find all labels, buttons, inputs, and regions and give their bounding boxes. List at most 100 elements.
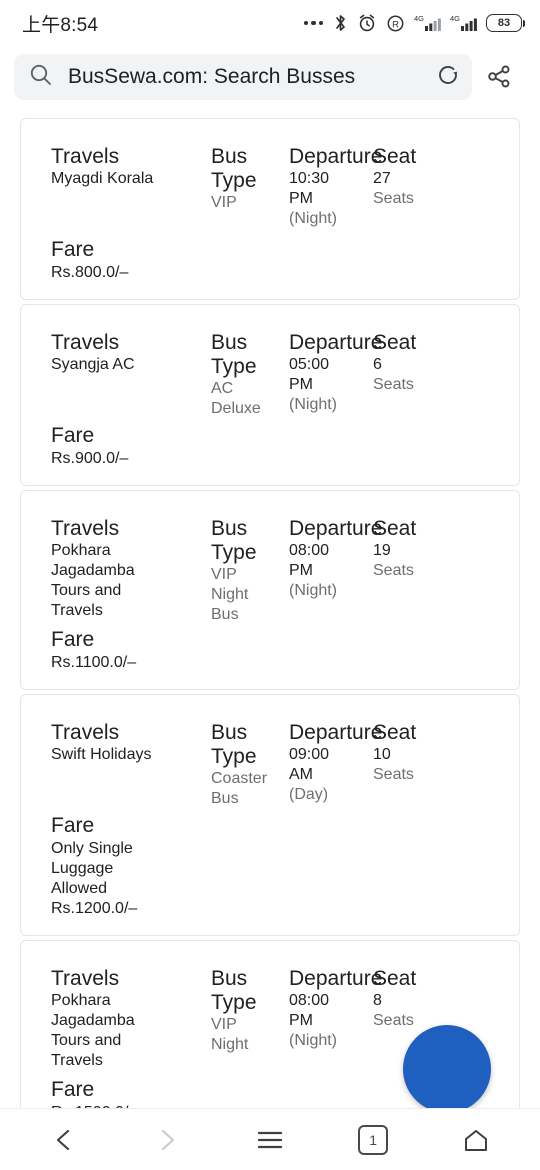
column-header-fare: Fare — [51, 628, 95, 651]
table-row[interactable]: Travels Swift Holidays Bus Type Coaster … — [20, 694, 520, 936]
more-dots-icon — [303, 20, 323, 26]
fare-value: Rs.900.0/– — [51, 450, 129, 467]
column-header-travels: Travels — [51, 331, 120, 354]
bus-type-value: AC Deluxe — [211, 380, 261, 417]
fare-cell: Fare Only Single Luggage Allowed Rs.1200… — [21, 813, 519, 919]
column-header-fare: Fare — [51, 238, 95, 261]
fare-value: Rs.1100.0/– — [51, 654, 137, 671]
fare-cell: Fare Rs.900.0/– — [21, 423, 519, 469]
back-button[interactable] — [34, 1112, 94, 1168]
battery-icon: 83 — [486, 14, 525, 32]
bus-type-cell: Bus Type Coaster Bus — [211, 721, 281, 809]
column-header-travels: Travels — [51, 721, 120, 744]
travels-value: Pokhara Jagadamba Tours and Travels — [51, 542, 135, 619]
travels-value: Syangja AC — [51, 356, 135, 373]
travels-value: Pokhara Jagadamba Tours and Travels — [51, 992, 135, 1069]
travels-value: Myagdi Korala — [51, 170, 154, 187]
column-header-seat: Seat — [373, 331, 417, 354]
status-icons: R 4G 4G 83 — [303, 13, 525, 33]
column-header-bus-type: Bus Type — [211, 331, 257, 378]
bus-type-cell: Bus Type VIP Night — [211, 967, 281, 1055]
table-row[interactable]: Travels Pokhara Jagadamba Tours and Trav… — [20, 490, 520, 690]
fare-value: Rs.1200.0/– — [51, 900, 138, 917]
browser-toolbar: BusSewa.com: Search Busses — [0, 46, 540, 108]
travels-value: Swift Holidays — [51, 746, 152, 763]
seat-cell: Seat 8 Seats — [373, 967, 463, 1031]
svg-text:R: R — [392, 19, 399, 30]
bus-type-value: Coaster Bus — [211, 770, 268, 807]
seats-label: Seats — [373, 562, 414, 579]
seats-label: Seats — [373, 376, 414, 393]
tabs-button[interactable]: 1 — [343, 1112, 403, 1168]
browser-bottom-nav: 1 — [0, 1108, 540, 1170]
travels-cell: Travels Pokhara Jagadamba Tours and Trav… — [51, 967, 211, 1071]
svg-text:4G: 4G — [450, 14, 460, 23]
status-time: 上午8:54 — [22, 14, 99, 36]
table-row[interactable]: Travels Syangja AC Bus Type AC Deluxe De… — [20, 304, 520, 486]
ringer-icon: R — [386, 14, 405, 33]
departure-time-value: 05:00 PM — [289, 356, 330, 393]
fare-value: Rs.800.0/– — [51, 264, 129, 281]
fare-cell: Fare Rs.800.0/– — [21, 237, 519, 283]
departure-period-value: (Day) — [289, 786, 329, 803]
seats-label: Seats — [373, 766, 414, 783]
departure-time-value: 08:00 PM — [289, 542, 330, 579]
fare-note: Only Single Luggage Allowed — [51, 840, 133, 897]
departure-time-value: 09:00 AM — [289, 746, 330, 783]
departure-time-value: 08:00 PM — [289, 992, 330, 1029]
seat-cell: Seat 27 Seats — [373, 145, 463, 209]
seats-count-value: 8 — [373, 992, 382, 1009]
floating-action-button[interactable] — [403, 1025, 491, 1113]
bus-type-cell: Bus Type AC Deluxe — [211, 331, 281, 419]
departure-period-value: (Night) — [289, 582, 338, 599]
column-header-bus-type: Bus Type — [211, 721, 257, 768]
column-header-travels: Travels — [51, 517, 120, 540]
departure-time-value: 10:30 PM — [289, 170, 330, 207]
url-text: BusSewa.com: Search Busses — [68, 65, 356, 88]
column-header-travels: Travels — [51, 145, 120, 168]
seats-count-value: 10 — [373, 746, 391, 763]
column-header-seat: Seat — [373, 145, 417, 168]
column-header-travels: Travels — [51, 967, 120, 990]
seat-cell: Seat 6 Seats — [373, 331, 463, 395]
bus-type-value: VIP Night — [211, 1016, 249, 1053]
reload-icon[interactable] — [434, 61, 462, 94]
bus-type-value: VIP Night Bus — [211, 566, 249, 623]
column-header-fare: Fare — [51, 814, 95, 837]
share-icon[interactable] — [472, 62, 526, 92]
signal-4g-icon-2: 4G — [450, 13, 477, 33]
travels-cell: Travels Syangja AC — [51, 331, 211, 375]
departure-period-value: (Night) — [289, 1032, 338, 1049]
column-header-seat: Seat — [373, 721, 417, 744]
seat-cell: Seat 10 Seats — [373, 721, 463, 785]
alarm-icon — [357, 13, 377, 33]
tab-count: 1 — [358, 1124, 389, 1155]
seats-count-value: 27 — [373, 170, 391, 187]
signal-4g-icon-1: 4G — [414, 13, 441, 33]
home-button[interactable] — [446, 1112, 506, 1168]
travels-cell: Travels Myagdi Korala — [51, 145, 211, 189]
column-header-bus-type: Bus Type — [211, 967, 257, 1014]
column-header-bus-type: Bus Type — [211, 517, 257, 564]
column-header-seat: Seat — [373, 967, 417, 990]
search-icon — [28, 62, 54, 93]
seat-cell: Seat 19 Seats — [373, 517, 463, 581]
forward-button[interactable] — [137, 1112, 197, 1168]
seats-count-value: 19 — [373, 542, 391, 559]
bus-type-cell: Bus Type VIP — [211, 145, 281, 213]
search-input[interactable]: BusSewa.com: Search Busses — [14, 54, 472, 100]
column-header-fare: Fare — [51, 424, 95, 447]
bus-type-value: VIP — [211, 194, 237, 211]
seats-count-value: 6 — [373, 356, 382, 373]
bus-results-list: Travels Myagdi Korala Bus Type VIP Depar… — [0, 108, 540, 1140]
seats-label: Seats — [373, 190, 414, 207]
column-header-seat: Seat — [373, 517, 417, 540]
travels-cell: Travels Swift Holidays — [51, 721, 211, 765]
bluetooth-icon — [333, 13, 348, 33]
menu-button[interactable] — [240, 1112, 300, 1168]
table-row[interactable]: Travels Myagdi Korala Bus Type VIP Depar… — [20, 118, 520, 300]
svg-text:4G: 4G — [414, 14, 424, 23]
travels-cell: Travels Pokhara Jagadamba Tours and Trav… — [51, 517, 211, 621]
bus-type-cell: Bus Type VIP Night Bus — [211, 517, 281, 625]
fare-cell: Fare Rs.1100.0/– — [21, 627, 519, 673]
